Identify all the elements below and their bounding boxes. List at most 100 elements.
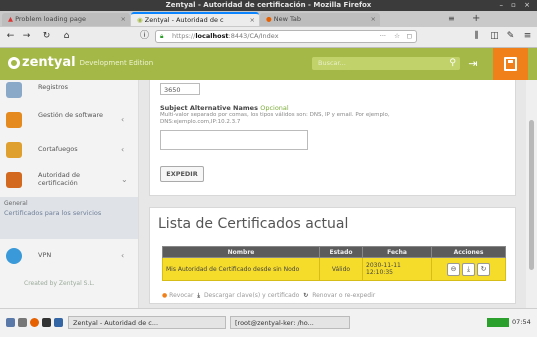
column-header: Fecha <box>362 246 432 258</box>
chevron-left-icon: ‹ <box>121 145 125 154</box>
certificate-table: Nombre Estado Fecha Acciones Mis Autorid… <box>162 246 506 281</box>
show-desktop-icon[interactable] <box>18 318 27 327</box>
menu-icon[interactable]: ≡ <box>521 30 534 43</box>
legend-renew: Renovar o re-expedir <box>312 292 376 299</box>
cert-actions-cell: ⊖ ⤓ ↻ <box>431 257 506 281</box>
main-content: 3650 Subject Alternative Names Opcional … <box>139 80 526 308</box>
tab-new[interactable]: ● New Tab × <box>260 13 380 26</box>
navigation-bar: ← → ↻ ⌂ ⓘ 🔒︎ https://localhost:8443/CA/I… <box>0 27 537 48</box>
optional-tag: Opcional <box>260 104 289 112</box>
sidebar-subsection-head: General <box>4 200 28 207</box>
new-tab-button[interactable]: + <box>472 13 480 25</box>
download-legend-icon: ⤓ <box>197 292 201 299</box>
sidebar-subsection: General Certificados para los servicios <box>0 197 138 239</box>
column-header: Acciones <box>431 246 506 258</box>
renew-legend-icon: ↻ <box>303 292 309 299</box>
issue-certificate-form: 3650 Subject Alternative Names Opcional … <box>149 80 516 196</box>
renew-icon[interactable]: ↻ <box>477 262 490 276</box>
firefox-launcher-icon[interactable] <box>30 318 39 327</box>
copyright-text: Created by Zentyal S.L. <box>24 280 95 287</box>
download-icon[interactable]: ⤓ <box>462 262 475 276</box>
save-disk-icon <box>504 57 517 71</box>
issue-button[interactable]: EXPEDIR <box>160 166 204 182</box>
taskbar-task-terminal[interactable]: [root@zentyal-ker: /ho... <box>230 316 350 329</box>
files-launcher-icon[interactable] <box>54 318 63 327</box>
extension-icon[interactable]: ✎ <box>504 30 517 43</box>
zentyal-ring-icon <box>8 56 20 69</box>
sidebar-toggle-icon[interactable]: ◫ <box>488 30 501 43</box>
scrollbar-thumb[interactable] <box>529 120 534 270</box>
san-label-text: Subject Alternative Names <box>160 104 258 112</box>
forward-button[interactable]: → <box>20 30 33 43</box>
sidebar-item-vpn[interactable]: VPN ‹ <box>0 242 138 270</box>
tab-zentyal[interactable]: ◉ Zentyal - Autoridad de c × <box>131 12 259 26</box>
bookmark-star-icon[interactable]: ☆ <box>394 31 400 42</box>
library-icon[interactable]: ⫼ <box>470 30 483 43</box>
page-actions-icon[interactable]: ··· <box>380 31 386 42</box>
vertical-scrollbar[interactable] <box>526 80 537 308</box>
firefox-icon: ● <box>266 15 274 23</box>
sidebar-item-ca[interactable]: Autoridad de certificación ⌄ <box>0 166 138 194</box>
cert-name-cell: Mis Autoridad de Certificado desde sin N… <box>162 257 320 281</box>
sidebar-item-registros[interactable]: Registros <box>0 80 138 108</box>
certificate-list-title: Lista de Certificados actual <box>158 216 349 232</box>
terminal-launcher-icon[interactable] <box>42 318 51 327</box>
tab-close-icon[interactable]: × <box>121 13 126 26</box>
tab-label: New Tab <box>273 15 301 23</box>
legend-revoke: Revocar <box>169 292 194 299</box>
tab-close-icon[interactable]: × <box>371 13 376 26</box>
site-info-icon[interactable]: ⓘ <box>138 30 151 43</box>
home-icon[interactable]: ⌂ <box>60 30 73 43</box>
revoke-legend-icon: ● <box>162 292 168 299</box>
system-monitor-icon <box>487 318 509 327</box>
tab-list-icon[interactable]: ≡ <box>448 13 455 25</box>
sidebar-item-software[interactable]: Gestión de software ‹ <box>0 106 138 134</box>
table-row: Mis Autoridad de Certificado desde sin N… <box>162 257 506 281</box>
tab-problem-loading[interactable]: ▲ Problem loading page × <box>2 13 130 26</box>
reload-button[interactable]: ↻ <box>40 30 53 43</box>
taskbar-task-firefox[interactable]: Zentyal - Autoridad de c... <box>68 316 226 329</box>
sidebar-item-label: VPN <box>38 251 52 259</box>
logo-word: zentyal <box>22 55 76 70</box>
days-input[interactable]: 3650 <box>160 83 200 95</box>
sidebar-item-label: Autoridad de certificación <box>38 171 80 187</box>
url-bar[interactable]: 🔒︎ https://localhost:8443/CA/Index ··· ☆… <box>155 30 417 43</box>
logout-icon[interactable]: ⇥ <box>466 56 480 72</box>
pocket-icon[interactable]: ◻ <box>407 31 412 42</box>
vpn-icon <box>6 248 22 264</box>
lock-icon: 🔒︎ <box>160 32 164 40</box>
url-host: localhost <box>195 32 229 40</box>
certificate-icon <box>6 172 22 188</box>
zentyal-logo[interactable]: zentyal Development Edition <box>8 55 153 73</box>
chevron-left-icon: ‹ <box>121 115 125 124</box>
edition-label: Development Edition <box>79 58 154 67</box>
search-placeholder: Buscar... <box>318 59 346 67</box>
certificate-list-panel: Lista de Certificados actual Nombre Esta… <box>149 207 516 304</box>
legend-download: Descargar clave(s) y certificado <box>203 292 300 299</box>
actions-legend: ● Revocar ⤓ Descargar clave(s) y certifi… <box>162 292 375 300</box>
sidebar-item-label: Gestión de software <box>38 111 104 119</box>
save-changes-button[interactable] <box>493 48 528 80</box>
taskbar: Zentyal - Autoridad de c... [root@zentya… <box>0 308 537 337</box>
window-controls[interactable]: – ▫ × <box>499 0 533 11</box>
revoke-icon[interactable]: ⊖ <box>447 262 460 276</box>
tab-close-icon[interactable]: × <box>250 14 255 26</box>
sidebar-item-firewall[interactable]: Cortafuegos ‹ <box>0 136 138 164</box>
window-titlebar: Zentyal - Autoridad de certificación - M… <box>0 0 537 11</box>
package-icon <box>6 112 22 128</box>
sidebar-item-label: Registros <box>38 83 68 91</box>
sidebar-subitem-certificados[interactable]: Certificados para los servicios <box>4 209 102 217</box>
search-input[interactable]: Buscar... ⚲ <box>312 57 460 70</box>
firewall-icon <box>6 142 22 158</box>
tab-label: Zentyal - Autoridad de c <box>144 16 224 24</box>
table-header-row: Nombre Estado Fecha Acciones <box>162 246 506 258</box>
san-field-label: Subject Alternative Names Opcional <box>160 104 289 112</box>
san-input[interactable] <box>160 130 308 150</box>
url-path: :8443/CA/Index <box>228 32 279 40</box>
start-menu-icon[interactable] <box>6 318 15 327</box>
zentyal-favicon-icon: ◉ <box>137 16 145 24</box>
tab-bar: ▲ Problem loading page × ◉ Zentyal - Aut… <box>0 11 537 27</box>
sidebar-item-label: Cortafuegos <box>38 145 78 153</box>
search-icon[interactable]: ⚲ <box>449 57 456 70</box>
back-button[interactable]: ← <box>4 30 17 43</box>
